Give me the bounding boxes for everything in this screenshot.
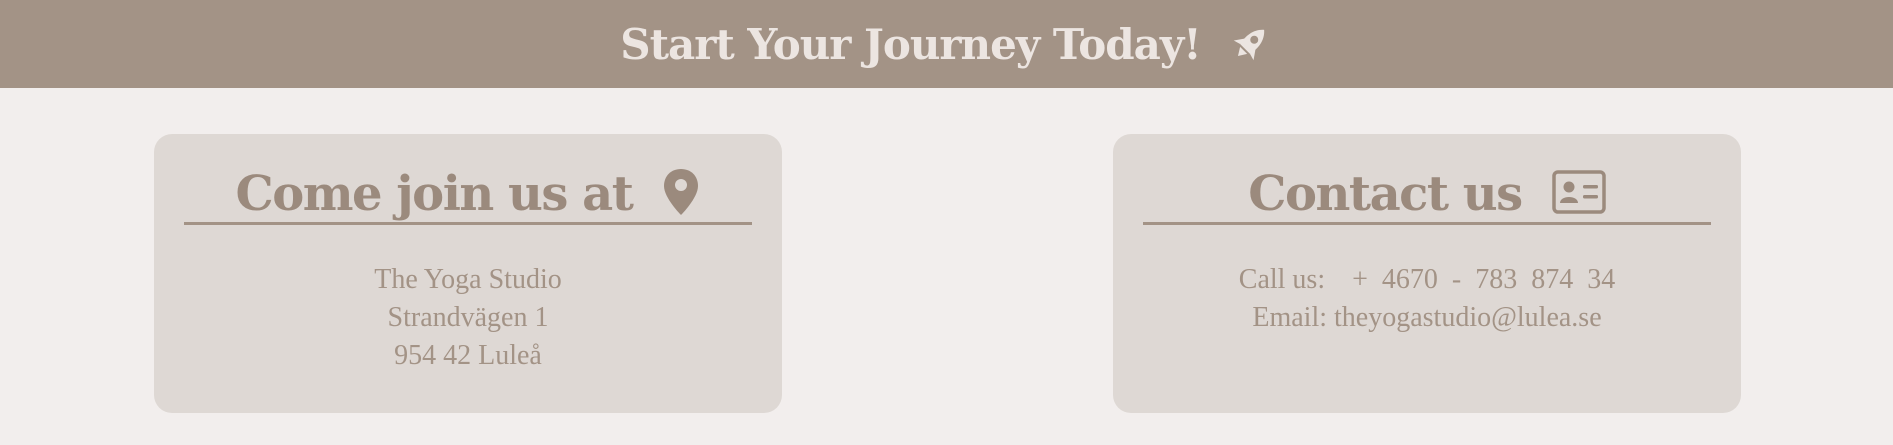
phone-part: -: [1451, 264, 1462, 295]
phone-number[interactable]: +4670-783 874 34: [1352, 264, 1615, 295]
phone-part: 874: [1531, 264, 1574, 295]
location-card-title: Come join us at: [235, 166, 634, 222]
phone-label: Call us:: [1238, 264, 1326, 295]
contact-block: Call us: +4670-783 874 34 Email: theyogast…: [1113, 261, 1741, 337]
journey-banner: Start Your Journey Today!: [0, 0, 1893, 88]
contact-card-icon: [1551, 170, 1606, 218]
phone-part: +: [1352, 264, 1368, 295]
address-line: 954 42 Luleå: [394, 340, 542, 371]
rocket-icon: [1227, 21, 1273, 67]
phone-part: 4670: [1381, 264, 1438, 295]
email-label: Email:: [1252, 302, 1328, 333]
address-block: The Yoga Studio Strandvägen 1 954 42 Lul…: [154, 261, 782, 375]
phone-part: 34: [1587, 264, 1616, 295]
map-pin-icon: [662, 167, 700, 221]
email-line: Email: theyogastudio@lulea.se: [1113, 299, 1741, 337]
contact-card-header: Contact us: [1143, 166, 1711, 225]
contact-card-title: Contact us: [1248, 166, 1523, 222]
location-card-header: Come join us at: [184, 166, 752, 225]
banner-title: Start Your Journey Today!: [620, 19, 1201, 69]
location-card: Come join us at The Yoga Studio Strandvä…: [154, 134, 782, 413]
phone-line: Call us: +4670-783 874 34: [1113, 261, 1741, 299]
phone-part: 783: [1475, 264, 1518, 295]
address-line: The Yoga Studio: [374, 264, 562, 295]
contact-card: Contact us Call us: +4670-783 874 34 Email…: [1113, 134, 1741, 413]
email-link[interactable]: theyogastudio@lulea.se: [1334, 302, 1602, 333]
address-line: Strandvägen 1: [387, 302, 549, 333]
